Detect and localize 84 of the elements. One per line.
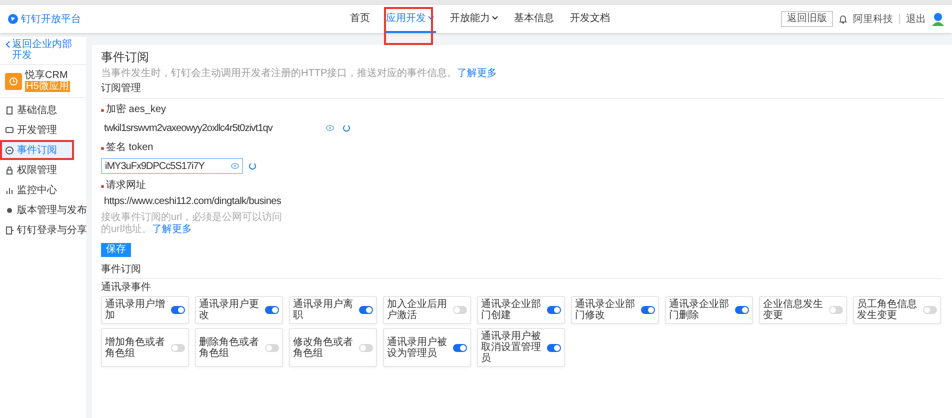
- sidebar-item[interactable]: 基础信息: [0, 100, 86, 120]
- toggle-switch[interactable]: [641, 306, 655, 314]
- field-label: 签名 token: [106, 142, 154, 154]
- event-label: 企业信息发生变更: [763, 299, 824, 321]
- monitor-icon: [5, 126, 14, 134]
- event-label: 修改角色或者角色组: [293, 336, 354, 358]
- divider: [899, 14, 900, 24]
- back-link[interactable]: 返回企业内部开发: [0, 37, 86, 65]
- toggle-switch[interactable]: [171, 344, 185, 352]
- old-version-button[interactable]: 返回旧版: [781, 11, 833, 27]
- page-title: 事件订阅: [101, 49, 150, 65]
- phone-icon: [5, 226, 14, 234]
- hint-text: 接收事件订阅的url，必须是公网可以访问的url地址。了解更多: [101, 212, 284, 236]
- input-field[interactable]: iMY3uFx9DPCc5S17i7Y: [101, 158, 243, 174]
- document-icon: [5, 106, 14, 114]
- org-name[interactable]: 阿里科技: [853, 12, 893, 26]
- event-label: 增加角色或者角色组: [105, 336, 166, 358]
- event-label: 通讯录用户被取消设置管理员: [481, 331, 542, 364]
- app-tag: H5微应用: [25, 81, 70, 92]
- sidebar-item[interactable]: 钉钉登录与分享: [0, 220, 86, 240]
- toggle-switch[interactable]: [547, 306, 561, 314]
- event-label: 通讯录企业部门删除: [669, 299, 730, 321]
- section-heading: 订阅管理: [101, 83, 943, 99]
- sidebar-item[interactable]: 监控中心: [0, 180, 86, 200]
- nav-tab[interactable]: 开发文档: [568, 5, 612, 33]
- logo-icon: [8, 14, 18, 24]
- sidebar-item[interactable]: 权限管理: [0, 160, 86, 180]
- nav-tab[interactable]: 基本信息: [512, 5, 556, 33]
- chevron-down-icon: [428, 16, 434, 20]
- sidebar-item[interactable]: 开发管理: [0, 120, 86, 140]
- description-text: 当事件发生时，钉钉会主动调用开发者注册的HTTP接口，推送对应的事件信息。了解更多: [101, 67, 498, 80]
- event-label: 通讯录用户离职: [293, 299, 354, 321]
- logo-text[interactable]: 钉钉开放平台: [21, 12, 81, 26]
- toggle-switch[interactable]: [359, 306, 373, 314]
- refresh-icon[interactable]: [343, 124, 350, 132]
- lock-icon: [5, 166, 14, 174]
- learn-more-link[interactable]: 了解更多: [457, 68, 498, 79]
- sidebar-item[interactable]: 事件订阅: [0, 140, 74, 160]
- dot-icon: [5, 206, 14, 214]
- app-name: 悦享CRM: [25, 70, 68, 81]
- field-label: 加密 aes_key: [106, 104, 166, 116]
- toggle-switch[interactable]: [547, 344, 561, 352]
- toggle-switch[interactable]: [735, 306, 749, 314]
- event-label: 员工角色信息发生变更: [857, 299, 918, 321]
- group-heading: 通讯录事件: [101, 282, 152, 294]
- secret-field[interactable]: twkil1srswvm2vaxeowyy2oxllc4r5t0zivt1qv: [101, 120, 337, 136]
- toggle-switch[interactable]: [265, 344, 279, 352]
- toggle-switch[interactable]: [171, 306, 185, 314]
- sidebar-item[interactable]: 版本管理与发布: [0, 200, 86, 220]
- required-icon: [101, 108, 104, 112]
- event-label: 加入企业后用户激活: [387, 299, 448, 321]
- annotation-frame: [384, 7, 433, 45]
- required-icon: [101, 146, 104, 150]
- eye-icon[interactable]: [326, 125, 334, 131]
- event-label: 通讯录用户增加: [105, 299, 166, 321]
- circle-icon: [5, 146, 14, 154]
- event-label: 删除角色或者角色组: [199, 336, 260, 358]
- learn-more-link[interactable]: 了解更多: [152, 224, 192, 235]
- toggle-switch[interactable]: [923, 306, 937, 314]
- nav-tab[interactable]: 应用开发: [384, 5, 436, 33]
- logout-link[interactable]: 退出: [906, 12, 926, 26]
- url-field[interactable]: https://www.ceshi112.com/dingtalk/busines: [101, 196, 286, 208]
- field-label: 请求网址: [106, 180, 146, 192]
- event-label: 通讯录用户更改: [199, 299, 260, 321]
- refresh-icon[interactable]: [249, 162, 256, 170]
- chevron-left-icon: [6, 41, 10, 48]
- nav-tab[interactable]: 首页: [348, 5, 372, 33]
- event-label: 通讯录用户被设为管理员: [387, 336, 448, 358]
- section-heading: 事件订阅: [101, 264, 943, 279]
- toggle-switch[interactable]: [829, 306, 843, 314]
- avatar-icon[interactable]: [932, 12, 944, 26]
- app-logo: [5, 72, 22, 90]
- bar-chart-icon: [5, 186, 14, 194]
- toggle-switch[interactable]: [453, 306, 467, 314]
- toggle-switch[interactable]: [265, 306, 279, 314]
- eye-icon[interactable]: [231, 163, 239, 169]
- event-label: 通讯录企业部门修改: [575, 299, 636, 321]
- event-label: 通讯录企业部门创建: [481, 299, 542, 321]
- toggle-switch[interactable]: [359, 344, 373, 352]
- bell-icon[interactable]: [839, 14, 847, 24]
- chevron-down-icon: [492, 16, 498, 20]
- required-icon: [101, 184, 104, 188]
- nav-tab[interactable]: 开放能力: [448, 5, 500, 33]
- toggle-switch[interactable]: [453, 344, 467, 352]
